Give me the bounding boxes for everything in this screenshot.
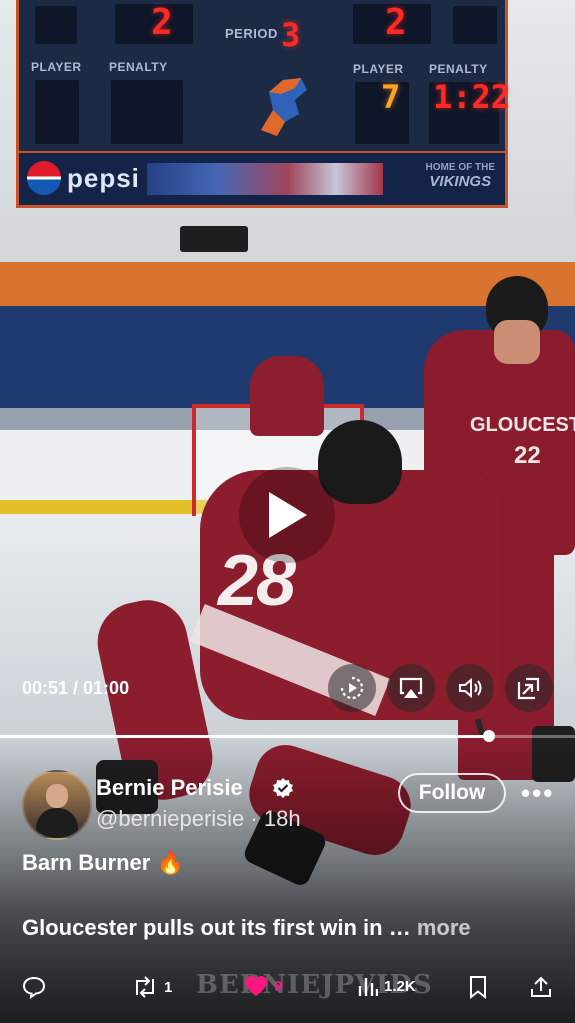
scoreboard-panel	[35, 6, 77, 44]
jersey-number-22: 22	[514, 442, 541, 469]
player-number-value: 7	[381, 78, 401, 116]
exit-fullscreen-button[interactable]	[505, 664, 553, 712]
like-count: 9	[274, 977, 283, 995]
scoreboard-panel	[111, 80, 183, 144]
exit-fullscreen-icon	[517, 677, 540, 700]
penalty-time-value: 1:22	[433, 78, 511, 116]
play-icon	[269, 492, 307, 538]
volume-icon	[459, 677, 482, 699]
play-button[interactable]	[239, 467, 335, 563]
flag-banner	[147, 163, 383, 195]
player-label-left: PLAYER	[31, 60, 82, 74]
penalty-label-right: PENALTY	[429, 62, 488, 76]
home-banner: HOME OF THE VIKINGS	[426, 161, 495, 189]
show-more-link[interactable]: more	[417, 915, 471, 940]
heart-icon	[245, 976, 267, 996]
share-icon	[531, 976, 551, 997]
player-label-right: PLAYER	[353, 62, 404, 76]
views-count: 1.2K	[384, 977, 416, 995]
repost-button[interactable]: 1	[132, 975, 172, 999]
pepsi-logo: pepsi	[27, 161, 140, 195]
post-body-text: Gloucester pulls out its first win in …	[22, 915, 411, 940]
guest-score: 2	[385, 2, 407, 43]
replay-button[interactable]	[328, 664, 376, 712]
bookmark-icon	[470, 976, 486, 999]
period-label: PERIOD	[225, 26, 278, 41]
avatar[interactable]	[22, 770, 92, 840]
author-name[interactable]: Bernie Perisie	[96, 775, 243, 801]
replay-icon	[340, 676, 364, 700]
penalty-label-left: PENALTY	[109, 60, 168, 74]
avatar-head	[46, 784, 68, 808]
airplay-icon	[399, 677, 423, 698]
scoreboard-bracket	[180, 226, 248, 252]
volume-button[interactable]	[446, 664, 494, 712]
home-score: 2	[151, 2, 173, 43]
period-value: 3	[281, 16, 301, 54]
player-22-face	[494, 320, 540, 364]
scoreboard-panel	[453, 6, 497, 44]
sponsor-band: pepsi HOME OF THE VIKINGS	[19, 151, 505, 205]
repost-count: 1	[164, 978, 173, 996]
progress-fill	[0, 735, 489, 738]
jersey-team-name: GLOUCESTER	[470, 414, 575, 436]
bookmark-button[interactable]	[468, 975, 488, 999]
pepsi-globe-icon	[27, 161, 61, 195]
repost-icon	[136, 976, 154, 998]
progress-bar[interactable]	[0, 730, 575, 742]
airplay-button[interactable]	[387, 664, 435, 712]
follow-button[interactable]: Follow	[398, 773, 506, 813]
player-28-helmet	[318, 420, 402, 504]
viking-mascot-icon	[261, 78, 307, 136]
avatar-body	[36, 808, 78, 838]
author-handle[interactable]: @bernieperisie · 18h	[96, 806, 301, 832]
playback-time: 00:51 / 01:00	[22, 678, 130, 698]
post-title: Barn Burner 🔥	[22, 850, 184, 875]
views-button[interactable]: 1.2K	[358, 975, 416, 997]
post-body: Gloucester pulls out its first win in … …	[22, 915, 471, 941]
home-line-1: HOME OF THE	[425, 162, 495, 173]
more-options-button[interactable]: •••	[521, 778, 554, 809]
scoreboard-panel	[35, 80, 79, 144]
home-line-2: VIKINGS	[429, 173, 492, 190]
progress-scrubber[interactable]	[482, 730, 495, 742]
verified-icon	[273, 778, 293, 798]
scoreboard: 2 PERIOD 3 2 PLAYER PENALTY PLAYER PENAL…	[16, 0, 511, 208]
share-button[interactable]	[529, 975, 553, 999]
like-button[interactable]: 9	[244, 975, 282, 997]
views-icon	[358, 978, 378, 996]
video-screen[interactable]: 2 PERIOD 3 2 PLAYER PENALTY PLAYER PENAL…	[0, 0, 575, 1023]
reply-button[interactable]	[22, 975, 46, 999]
goalie	[250, 356, 324, 436]
sponsor-name: pepsi	[67, 162, 140, 193]
reply-icon	[22, 976, 46, 999]
